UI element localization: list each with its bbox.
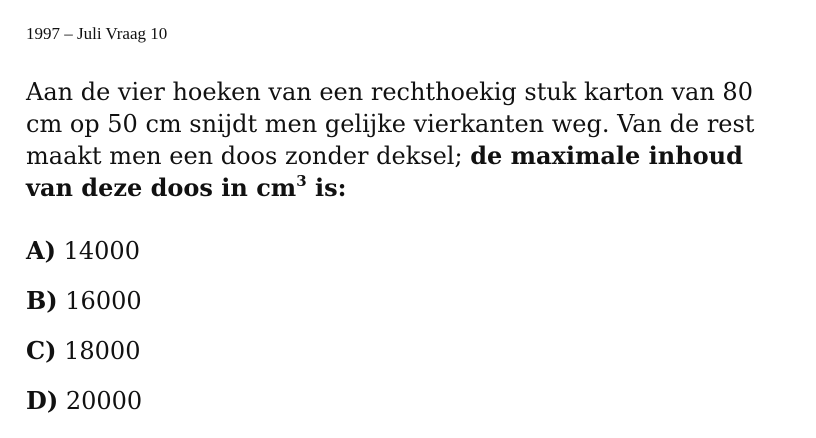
question-text-bold-end: is: [306, 173, 347, 202]
answer-option-b[interactable]: B) 16000 [26, 285, 426, 335]
option-letter: D) [26, 386, 59, 415]
option-letter: C) [26, 336, 57, 365]
answer-option-a[interactable]: A) 14000 [26, 235, 426, 285]
answer-option-d[interactable]: D) 20000 [26, 385, 426, 435]
option-value: 14000 [63, 237, 140, 265]
document-page: 1997 – Juli Vraag 10 Aan de vier hoeken … [0, 0, 816, 438]
option-value: 18000 [64, 337, 141, 365]
answer-options: A) 14000 B) 16000 C) 18000 D) 20000 [26, 235, 426, 435]
option-letter: A) [26, 236, 56, 265]
option-value: 16000 [65, 287, 142, 315]
question-header: 1997 – Juli Vraag 10 [26, 24, 168, 43]
option-value: 20000 [65, 387, 143, 415]
question-text: Aan de vier hoeken van een rechthoekig s… [26, 76, 796, 204]
answer-option-c[interactable]: C) 18000 [26, 335, 426, 385]
option-letter: B) [26, 286, 58, 315]
unit-exponent: 3 [296, 172, 307, 190]
